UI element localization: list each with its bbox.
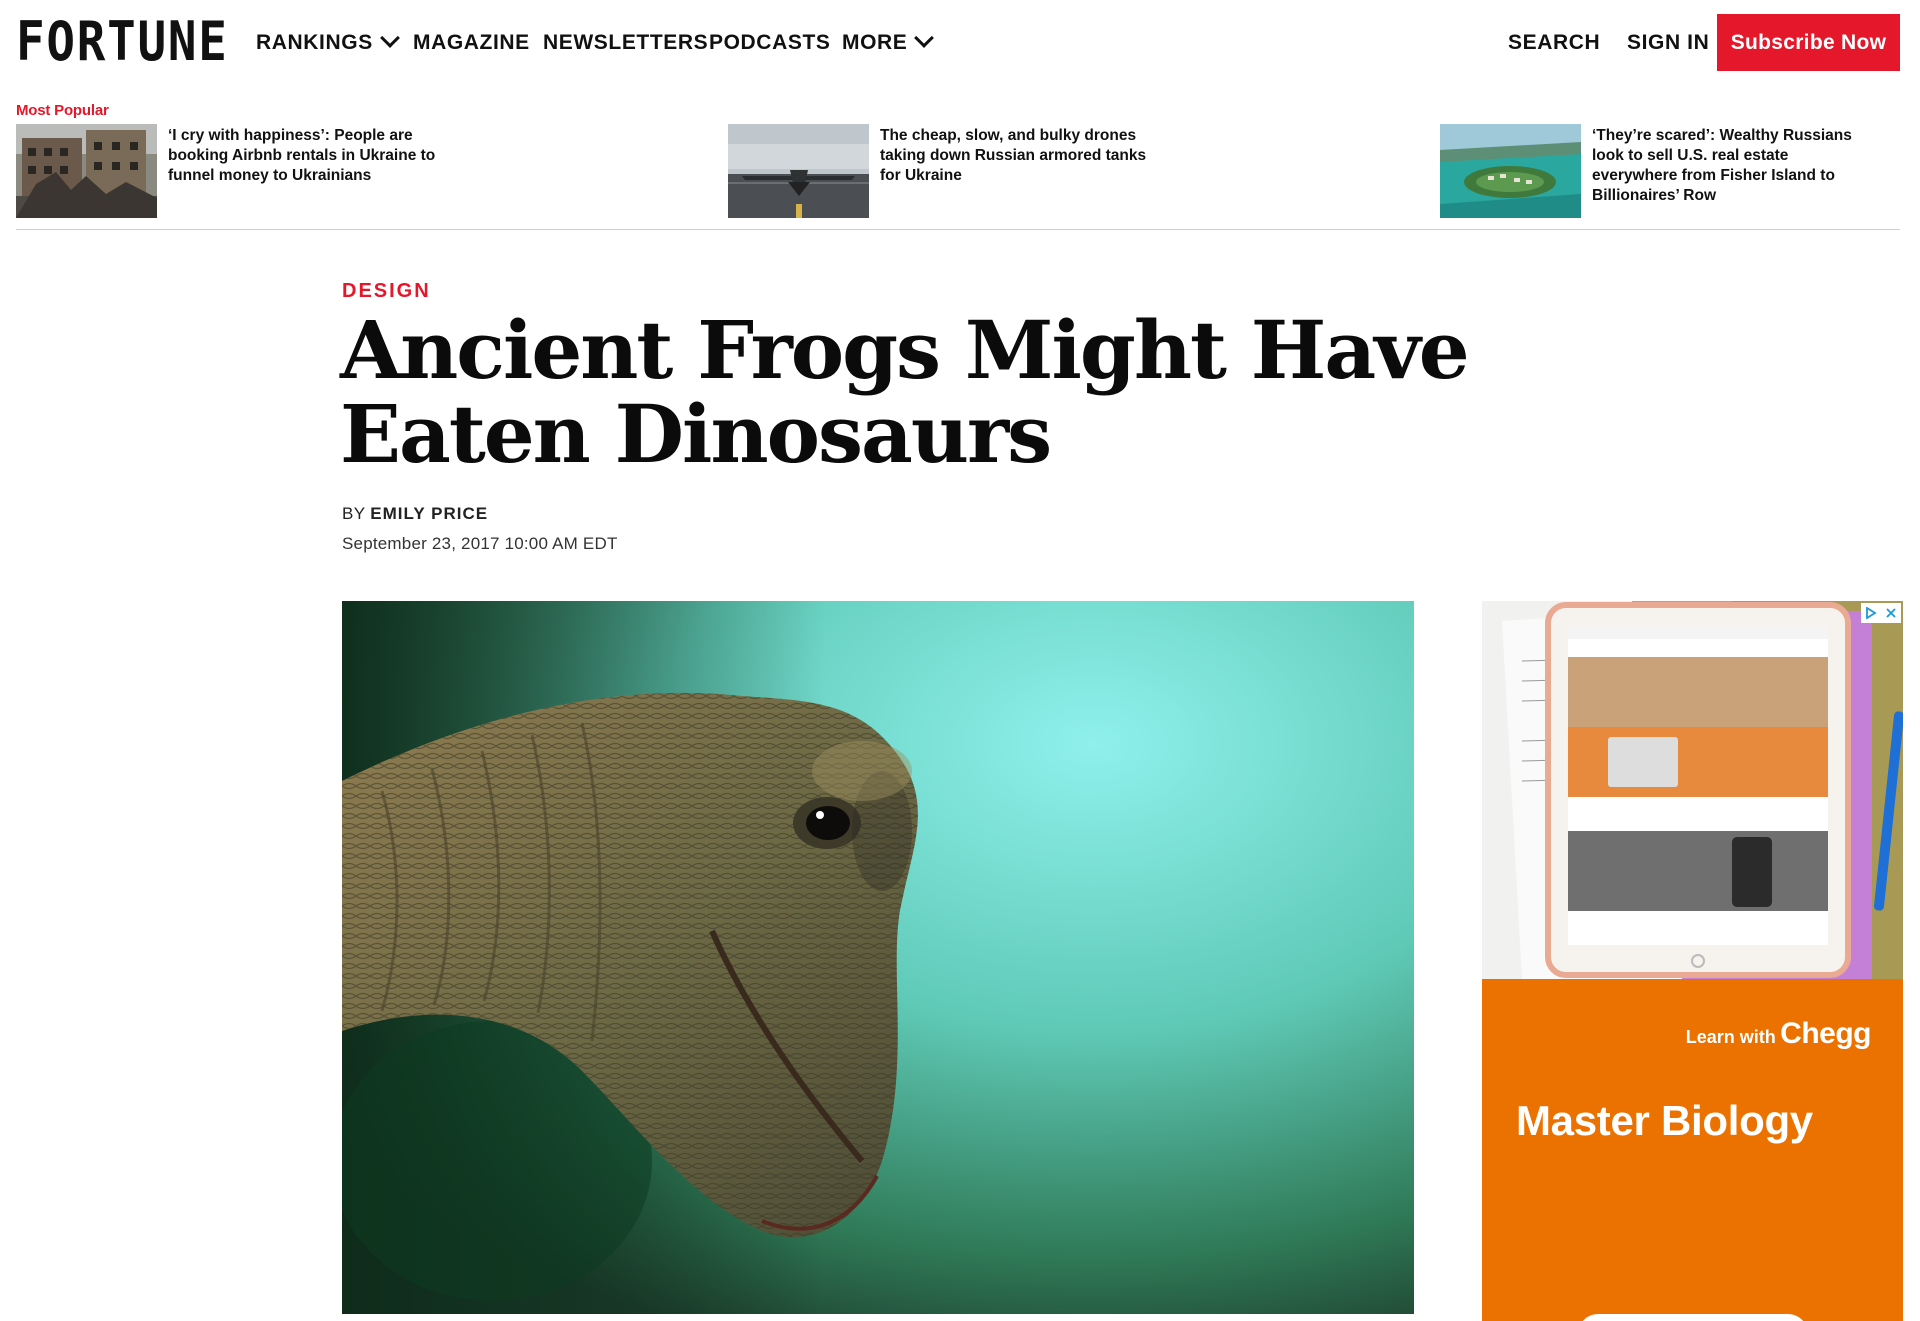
ad-brand-lockup: Learn with Chegg — [1685, 1017, 1872, 1051]
drone-thumbnail — [728, 124, 869, 218]
close-icon[interactable] — [1881, 603, 1901, 623]
chegg-logo: Chegg — [1780, 1017, 1871, 1050]
nav-rankings-label: RANKINGS — [256, 31, 373, 54]
most-popular-title: ‘They’re scared’: Wealthy Russians look … — [1592, 127, 1852, 204]
publish-date: September 23, 2017 10:00 AM EDT — [342, 534, 618, 553]
ad-cta-button[interactable] — [1578, 1314, 1808, 1321]
article-category-link[interactable]: DESIGN — [342, 280, 431, 303]
chevron-down-icon — [914, 28, 935, 48]
sign-in-link[interactable]: SIGN IN — [1627, 28, 1709, 58]
ad-choices-icon[interactable] — [1861, 603, 1881, 623]
article-headline: Ancient Frogs Might Have Eaten Dinosaurs — [340, 303, 1470, 481]
ruined-building-thumbnail — [16, 124, 157, 218]
subscribe-now-button[interactable]: Subscribe Now — [1717, 14, 1900, 71]
nav-newsletters[interactable]: NEWSLETTERS — [543, 28, 708, 58]
fortune-logo[interactable]: FORTUNE — [16, 12, 229, 72]
nav-more-label: MORE — [842, 31, 908, 54]
island-aerial-thumbnail — [1440, 124, 1581, 218]
author-link[interactable]: EMILY PRICE — [370, 504, 488, 523]
top-navigation: FORTUNE RANKINGS MAGAZINE NEWSLETTERS PO… — [0, 0, 1920, 84]
dinosaur-hero-image — [342, 601, 1414, 1314]
nav-more[interactable]: MORE — [842, 28, 935, 58]
ad-orange-panel: Learn with Chegg Master Biology — [1482, 979, 1903, 1321]
ad-learn-with: Learn with — [1685, 1027, 1776, 1047]
nav-magazine-label: MAGAZINE — [413, 31, 530, 54]
most-popular-title: The cheap, slow, and bulky drones taking… — [880, 127, 1147, 184]
chegg-advertisement[interactable]: Learn with Chegg Master Biology — [1482, 601, 1903, 1321]
ad-headline: Master Biology — [1516, 1097, 1813, 1144]
section-divider — [16, 229, 1900, 230]
nav-podcasts[interactable]: PODCASTS — [709, 28, 830, 58]
most-popular-label: Most Popular — [16, 102, 109, 119]
ad-choices-badge[interactable] — [1861, 603, 1901, 623]
tablet-ad-image — [1482, 601, 1903, 979]
nav-newsletters-label: NEWSLETTERS — [543, 31, 709, 54]
nav-rankings[interactable]: RANKINGS — [256, 28, 400, 58]
byline: BY EMILY PRICE — [342, 504, 488, 524]
byline-prefix: BY — [342, 504, 366, 523]
chevron-down-icon — [379, 28, 400, 48]
nav-magazine[interactable]: MAGAZINE — [413, 28, 530, 58]
most-popular-title: ‘I cry with happiness’: People are booki… — [168, 127, 436, 184]
nav-podcasts-label: PODCASTS — [709, 31, 831, 54]
search-link[interactable]: SEARCH — [1508, 28, 1600, 58]
